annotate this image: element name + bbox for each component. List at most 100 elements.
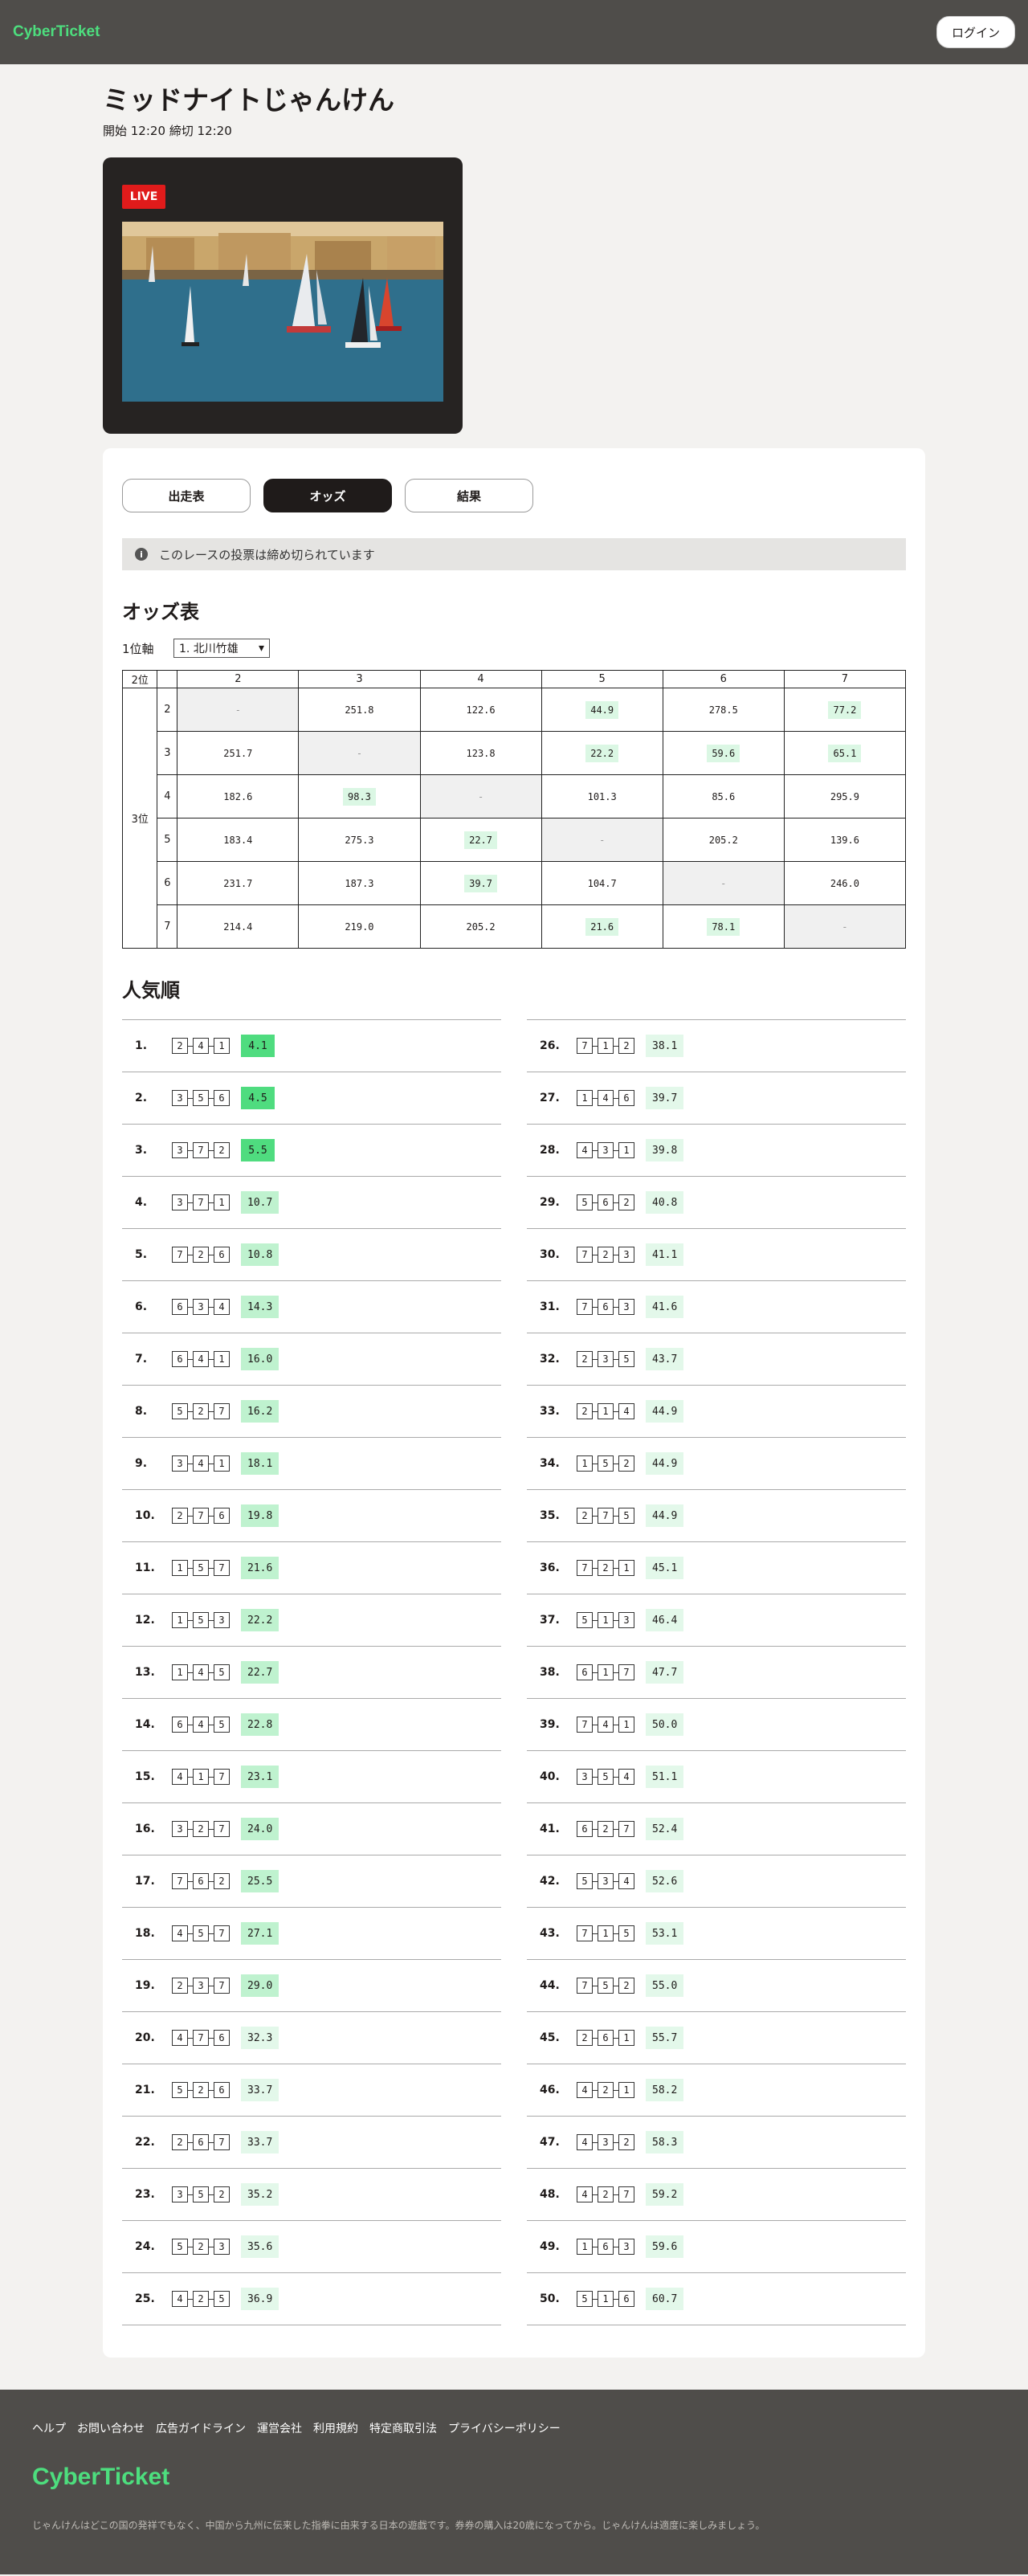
odds-cell[interactable]: 122.6 — [419, 688, 542, 732]
odds-cell[interactable]: 65.1 — [783, 731, 907, 775]
odds-cell[interactable]: 123.8 — [419, 731, 542, 775]
popular-row[interactable]: 25. 4 2 5 36.9 — [122, 2273, 501, 2325]
odds-cell[interactable]: 104.7 — [541, 861, 663, 905]
popular-row[interactable]: 17. 7 6 2 25.5 — [122, 1855, 501, 1908]
odds-cell[interactable]: 246.0 — [783, 861, 907, 905]
odds-cell[interactable]: 251.7 — [177, 731, 300, 775]
odds-cell[interactable]: 22.7 — [419, 818, 542, 862]
popular-row[interactable]: 39. 7 4 1 50.0 — [527, 1699, 906, 1751]
popular-row[interactable]: 29. 5 6 2 40.8 — [527, 1177, 906, 1229]
popular-row[interactable]: 7. 6 4 1 16.0 — [122, 1333, 501, 1386]
odds-cell[interactable]: 22.2 — [541, 731, 663, 775]
odds-cell[interactable]: 39.7 — [419, 861, 542, 905]
popular-row[interactable]: 38. 6 1 7 47.7 — [527, 1647, 906, 1699]
popular-row[interactable]: 47. 4 3 2 58.3 — [527, 2117, 906, 2169]
popular-row[interactable]: 15. 4 1 7 23.1 — [122, 1751, 501, 1803]
combo-number: 3 — [577, 1769, 593, 1785]
live-video-player[interactable]: LIVE — [103, 157, 463, 434]
popular-row[interactable]: 43. 7 1 5 53.1 — [527, 1908, 906, 1960]
odds-cell[interactable]: 219.0 — [298, 904, 421, 949]
odds-cell[interactable]: 59.6 — [662, 731, 785, 775]
popular-row[interactable]: 9. 3 4 1 18.1 — [122, 1438, 501, 1490]
footer-link[interactable]: お問い合わせ — [77, 2420, 145, 2436]
combo-number: 1 — [598, 1038, 614, 1054]
popular-row[interactable]: 35. 2 7 5 44.9 — [527, 1490, 906, 1542]
popular-row[interactable]: 40. 3 5 4 51.1 — [527, 1751, 906, 1803]
odds-cell[interactable]: 98.3 — [298, 774, 421, 819]
popular-row[interactable]: 44. 7 5 2 55.0 — [527, 1960, 906, 2012]
odds-cell[interactable]: 85.6 — [662, 774, 785, 819]
odds-cell[interactable]: 231.7 — [177, 861, 300, 905]
site-logo[interactable]: CyberTicket — [13, 23, 100, 41]
popular-row[interactable]: 30. 7 2 3 41.1 — [527, 1229, 906, 1281]
odds-cell[interactable]: 295.9 — [783, 774, 907, 819]
popular-row[interactable]: 23. 3 5 2 35.2 — [122, 2169, 501, 2221]
odds-cell[interactable]: 205.2 — [419, 904, 542, 949]
popular-row[interactable]: 36. 7 2 1 45.1 — [527, 1542, 906, 1594]
popular-row[interactable]: 50. 5 1 6 60.7 — [527, 2273, 906, 2325]
footer-link[interactable]: 利用規約 — [313, 2420, 358, 2436]
popular-row[interactable]: 2. 3 5 6 4.5 — [122, 1072, 501, 1125]
popular-row[interactable]: 1. 2 4 1 4.1 — [122, 1020, 501, 1072]
popular-row[interactable]: 4. 3 7 1 10.7 — [122, 1177, 501, 1229]
odds-cell[interactable]: 139.6 — [783, 818, 907, 862]
popular-row[interactable]: 24. 5 2 3 35.6 — [122, 2221, 501, 2273]
popular-row[interactable]: 34. 1 5 2 44.9 — [527, 1438, 906, 1490]
tab-entries[interactable]: 出走表 — [122, 479, 251, 512]
combo-number: 5 — [193, 1612, 209, 1628]
tab-odds[interactable]: オッズ — [263, 479, 392, 512]
odds-cell[interactable]: 214.4 — [177, 904, 300, 949]
popular-row[interactable]: 20. 4 7 6 32.3 — [122, 2012, 501, 2064]
popular-row[interactable]: 19. 2 3 7 29.0 — [122, 1960, 501, 2012]
odds-cell[interactable]: 44.9 — [541, 688, 663, 732]
popular-row[interactable]: 3. 3 7 2 5.5 — [122, 1125, 501, 1177]
popular-row[interactable]: 41. 6 2 7 52.4 — [527, 1803, 906, 1855]
footer-link[interactable]: ヘルプ — [32, 2420, 66, 2436]
popular-row[interactable]: 10. 2 7 6 19.8 — [122, 1490, 501, 1542]
popular-row[interactable]: 48. 4 2 7 59.2 — [527, 2169, 906, 2221]
footer-link[interactable]: 広告ガイドライン — [156, 2420, 246, 2436]
popular-row[interactable]: 8. 5 2 7 16.2 — [122, 1386, 501, 1438]
popular-row[interactable]: 28. 4 3 1 39.8 — [527, 1125, 906, 1177]
popular-row[interactable]: 18. 4 5 7 27.1 — [122, 1908, 501, 1960]
odds-cell[interactable]: 205.2 — [662, 818, 785, 862]
popular-row[interactable]: 12. 1 5 3 22.2 — [122, 1594, 501, 1647]
odds-cell[interactable]: 187.3 — [298, 861, 421, 905]
popular-row[interactable]: 11. 1 5 7 21.6 — [122, 1542, 501, 1594]
footer-link[interactable]: 特定商取引法 — [369, 2420, 437, 2436]
odds-cell[interactable]: 183.4 — [177, 818, 300, 862]
footer-logo[interactable]: CyberTicket — [32, 2464, 996, 2491]
popular-row[interactable]: 31. 7 6 3 41.6 — [527, 1281, 906, 1333]
odds-cell[interactable]: 278.5 — [662, 688, 785, 732]
popular-row[interactable]: 6. 6 3 4 14.3 — [122, 1281, 501, 1333]
tab-results[interactable]: 結果 — [405, 479, 533, 512]
popular-row[interactable]: 27. 1 4 6 39.7 — [527, 1072, 906, 1125]
login-button[interactable]: ログイン — [936, 16, 1015, 48]
popular-row[interactable]: 45. 2 6 1 55.7 — [527, 2012, 906, 2064]
odds-cell[interactable]: 275.3 — [298, 818, 421, 862]
popular-row[interactable]: 49. 1 6 3 59.6 — [527, 2221, 906, 2273]
popular-row[interactable]: 33. 2 1 4 44.9 — [527, 1386, 906, 1438]
axis-select[interactable]: 1. 北川竹雄 ▾ — [173, 639, 270, 658]
odds-cell[interactable]: 251.8 — [298, 688, 421, 732]
footer-link[interactable]: プライバシーポリシー — [448, 2420, 561, 2436]
odds-value: 251.8 — [345, 704, 374, 716]
popular-row[interactable]: 16. 3 2 7 24.0 — [122, 1803, 501, 1855]
popular-row[interactable]: 46. 4 2 1 58.2 — [527, 2064, 906, 2117]
odds-cell[interactable]: 78.1 — [662, 904, 785, 949]
popular-row[interactable]: 37. 5 1 3 46.4 — [527, 1594, 906, 1647]
footer-link[interactable]: 運営会社 — [257, 2420, 302, 2436]
popular-row[interactable]: 22. 2 6 7 33.7 — [122, 2117, 501, 2169]
popular-row[interactable]: 13. 1 4 5 22.7 — [122, 1647, 501, 1699]
popular-row[interactable]: 32. 2 3 5 43.7 — [527, 1333, 906, 1386]
odds-cell[interactable]: 182.6 — [177, 774, 300, 819]
live-video-frame[interactable] — [122, 222, 443, 402]
popular-row[interactable]: 14. 6 4 5 22.8 — [122, 1699, 501, 1751]
odds-cell[interactable]: 21.6 — [541, 904, 663, 949]
odds-cell[interactable]: 77.2 — [783, 688, 907, 732]
odds-cell[interactable]: 101.3 — [541, 774, 663, 819]
popular-row[interactable]: 21. 5 2 6 33.7 — [122, 2064, 501, 2117]
popular-row[interactable]: 42. 5 3 4 52.6 — [527, 1855, 906, 1908]
popular-row[interactable]: 26. 7 1 2 38.1 — [527, 1020, 906, 1072]
popular-row[interactable]: 5. 7 2 6 10.8 — [122, 1229, 501, 1281]
